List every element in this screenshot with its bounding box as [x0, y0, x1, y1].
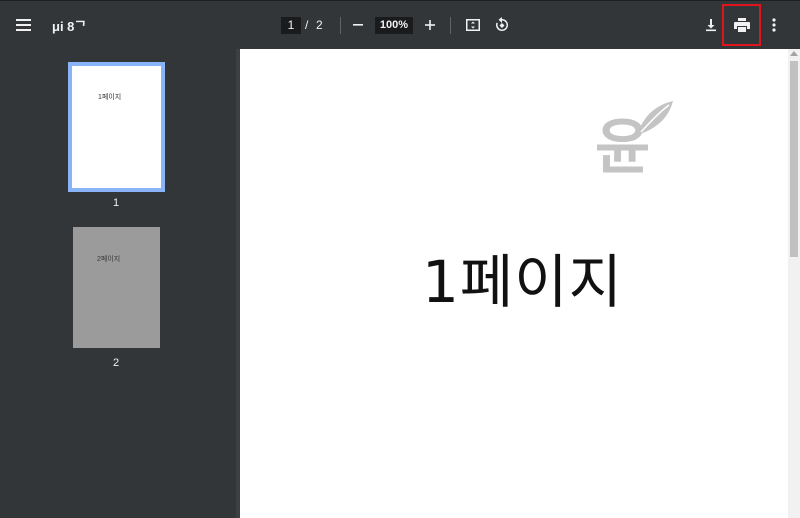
- page-number-input[interactable]: [281, 17, 301, 34]
- thumbnail-label: 1페이지: [98, 94, 122, 101]
- zoom-in-button[interactable]: [415, 10, 445, 40]
- document-page: 윤 1페이지: [240, 49, 788, 518]
- scrollbar-thumb[interactable]: [790, 61, 798, 257]
- leaf-icon: [637, 101, 673, 135]
- thumbnail-number: 1: [112, 197, 120, 209]
- page-content-text: 1페이지: [422, 248, 623, 316]
- zoom-out-button[interactable]: [343, 10, 373, 40]
- toolbar-divider: [450, 17, 451, 34]
- hamburger-menu-icon[interactable]: [9, 10, 39, 40]
- download-icon: [706, 19, 716, 32]
- toolbar-divider: [340, 17, 341, 34]
- more-vert-icon: [772, 18, 776, 32]
- pdf-toolbar: μi 8ᄀ / 2: [0, 0, 800, 49]
- scroll-up-arrow-icon[interactable]: [790, 51, 798, 56]
- fit-to-page-button[interactable]: [458, 10, 488, 40]
- print-button[interactable]: [727, 10, 757, 40]
- thumbnail-page-2[interactable]: 2페이지: [73, 227, 160, 348]
- thumbnail-page-2-preview: 2페이지: [73, 227, 160, 348]
- rotate-button[interactable]: [487, 10, 517, 40]
- thumbnail-page-1[interactable]: 1페이지: [68, 62, 165, 192]
- print-icon: [734, 18, 750, 32]
- minus-icon: [353, 24, 363, 26]
- download-button[interactable]: [696, 10, 726, 40]
- plus-icon: [425, 20, 435, 30]
- page-separator: /: [305, 18, 309, 32]
- document-title: μi 8ᄀ: [52, 19, 87, 34]
- thumbnail-sidebar: 1페이지 1 2페이지 2: [0, 49, 236, 518]
- thumbnail-label: 2페이지: [97, 256, 121, 263]
- thumbnail-page-1-preview: 1페이지: [68, 62, 165, 192]
- document-viewer: 윤 1페이지: [240, 49, 788, 518]
- more-options-button[interactable]: [759, 10, 789, 40]
- total-pages: 2: [316, 18, 323, 32]
- vertical-scrollbar[interactable]: [788, 49, 800, 518]
- thumbnail-number: 2: [112, 357, 120, 369]
- rotate-icon: [495, 17, 508, 31]
- fit-to-page-icon: [466, 19, 480, 31]
- zoom-level-input[interactable]: [375, 17, 413, 34]
